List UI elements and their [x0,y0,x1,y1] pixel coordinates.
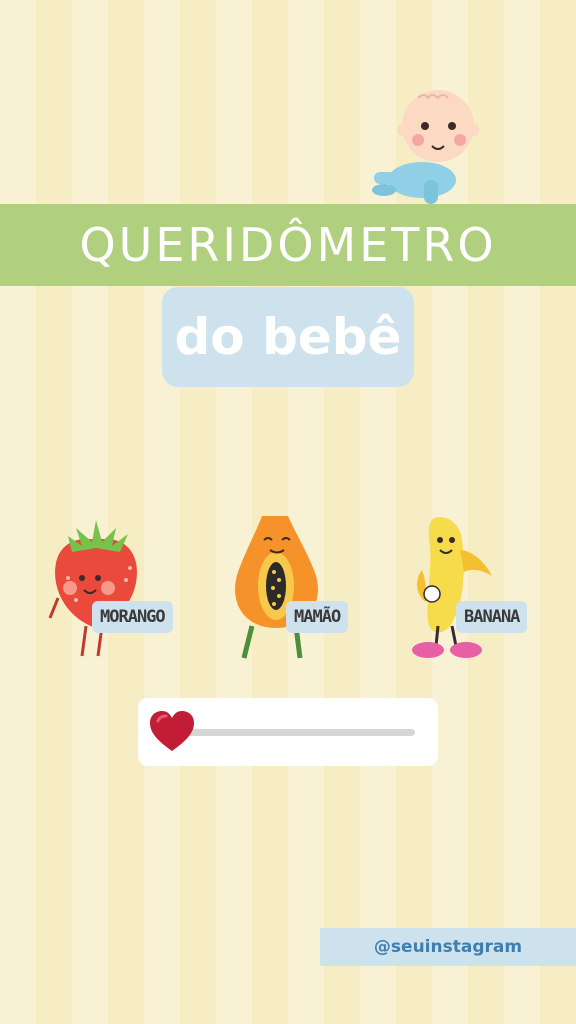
banana-character-icon [408,510,508,662]
subtitle-box: do bebê [162,287,414,387]
title-banner: QUERIDÔMETRO [0,204,576,286]
fruit-label-banana: BANANA [456,601,528,633]
fruit-label-morango: MORANGO [92,601,173,633]
papaya-character-icon [222,510,332,662]
instagram-handle: @seuinstagram [373,937,523,957]
strawberry-character-icon [46,508,146,660]
baby-illustration [360,80,490,210]
slider-track[interactable] [178,729,415,736]
page-subtitle: do bebê [174,308,402,366]
fruit-label-mamao: MAMÃO [286,601,349,633]
emoji-slider[interactable] [138,698,438,766]
handle-box: @seuinstagram [320,928,576,966]
page-title: QUERIDÔMETRO [79,218,497,272]
heart-icon[interactable] [148,709,196,755]
